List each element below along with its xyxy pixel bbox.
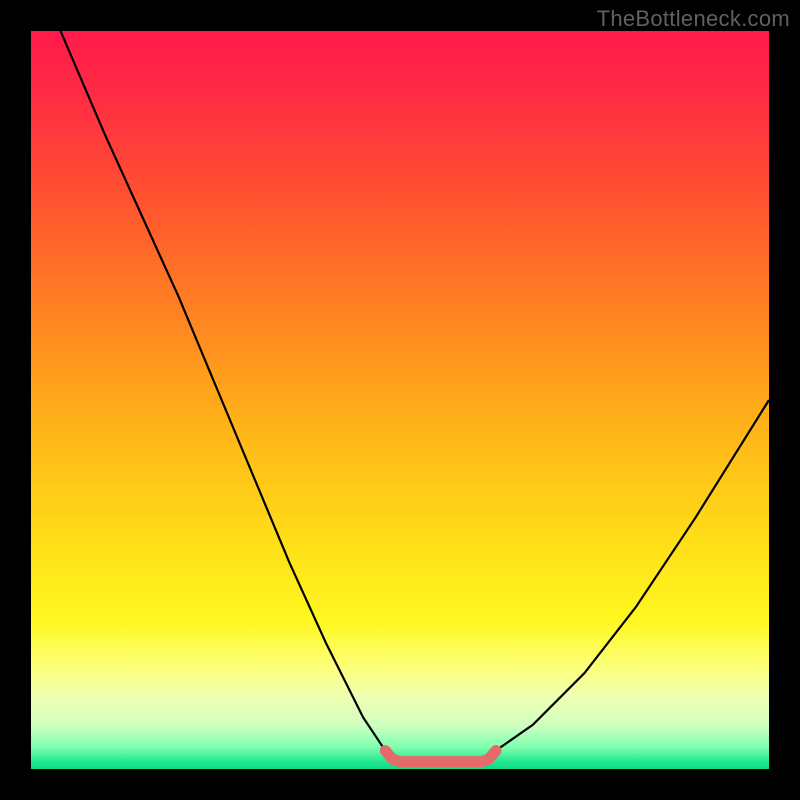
chart-svg: [31, 31, 769, 769]
watermark: TheBottleneck.com: [597, 6, 790, 32]
plot-area: [31, 31, 769, 769]
optimal-zone-highlight: [385, 751, 496, 762]
bottleneck-curve: [61, 31, 769, 762]
chart-container: TheBottleneck.com: [0, 0, 800, 800]
